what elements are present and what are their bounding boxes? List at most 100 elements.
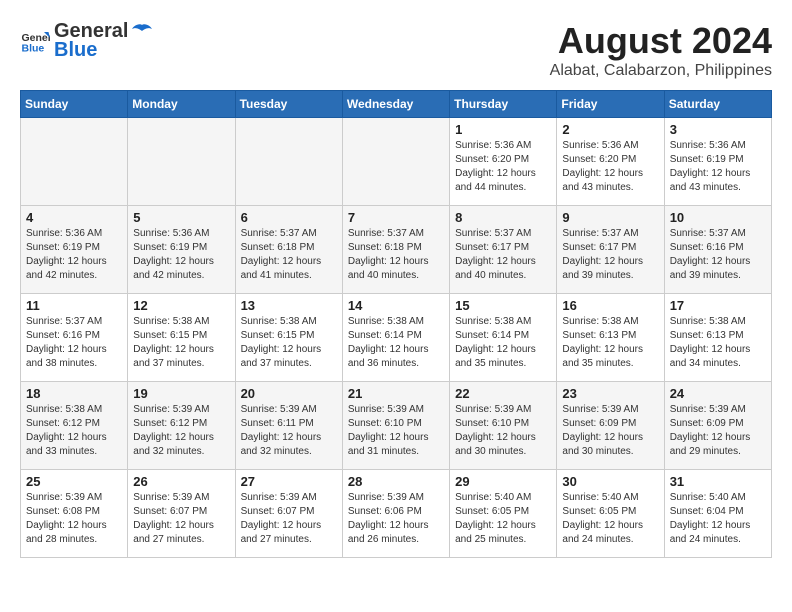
day-info: Sunrise: 5:36 AM Sunset: 6:19 PM Dayligh… — [26, 227, 122, 283]
day-info: Sunrise: 5:39 AM Sunset: 6:11 PM Dayligh… — [241, 403, 337, 459]
day-info: Sunrise: 5:37 AM Sunset: 6:16 PM Dayligh… — [670, 227, 766, 283]
calendar-cell: 22 Sunrise: 5:39 AM Sunset: 6:10 PM Dayli… — [450, 382, 557, 470]
day-number: 26 — [133, 474, 229, 489]
day-info: Sunrise: 5:36 AM Sunset: 6:20 PM Dayligh… — [455, 139, 551, 195]
day-number: 31 — [670, 474, 766, 489]
day-number: 15 — [455, 298, 551, 313]
day-number: 19 — [133, 386, 229, 401]
weekday-header-sunday: Sunday — [21, 91, 128, 118]
calendar-cell: 4 Sunrise: 5:36 AM Sunset: 6:19 PM Daylig… — [21, 206, 128, 294]
day-number: 25 — [26, 474, 122, 489]
day-number: 17 — [670, 298, 766, 313]
calendar-cell: 29 Sunrise: 5:40 AM Sunset: 6:05 PM Dayli… — [450, 470, 557, 558]
week-row-2: 4 Sunrise: 5:36 AM Sunset: 6:19 PM Daylig… — [21, 206, 772, 294]
calendar-cell: 1 Sunrise: 5:36 AM Sunset: 6:20 PM Daylig… — [450, 118, 557, 206]
weekday-header-row: SundayMondayTuesdayWednesdayThursdayFrid… — [21, 91, 772, 118]
title-area: August 2024 Alabat, Calabarzon, Philippi… — [550, 20, 772, 80]
day-info: Sunrise: 5:40 AM Sunset: 6:05 PM Dayligh… — [562, 491, 658, 547]
day-info: Sunrise: 5:39 AM Sunset: 6:10 PM Dayligh… — [455, 403, 551, 459]
week-row-1: 1 Sunrise: 5:36 AM Sunset: 6:20 PM Daylig… — [21, 118, 772, 206]
day-number: 11 — [26, 298, 122, 313]
day-number: 9 — [562, 210, 658, 225]
day-number: 18 — [26, 386, 122, 401]
day-info: Sunrise: 5:39 AM Sunset: 6:09 PM Dayligh… — [562, 403, 658, 459]
calendar-cell: 13 Sunrise: 5:38 AM Sunset: 6:15 PM Dayli… — [235, 294, 342, 382]
calendar-cell: 16Sunrise: 5:38 AM Sunset: 6:13 PM Dayli… — [557, 294, 664, 382]
day-info: Sunrise: 5:36 AM Sunset: 6:19 PM Dayligh… — [670, 139, 766, 195]
calendar-cell: 2 Sunrise: 5:36 AM Sunset: 6:20 PM Daylig… — [557, 118, 664, 206]
location-subtitle: Alabat, Calabarzon, Philippines — [550, 62, 772, 80]
weekday-header-saturday: Saturday — [664, 91, 771, 118]
week-row-3: 11 Sunrise: 5:37 AM Sunset: 6:16 PM Dayli… — [21, 294, 772, 382]
day-info: Sunrise: 5:39 AM Sunset: 6:08 PM Dayligh… — [26, 491, 122, 547]
weekday-header-friday: Friday — [557, 91, 664, 118]
day-info: Sunrise: 5:36 AM Sunset: 6:20 PM Dayligh… — [562, 139, 658, 195]
day-info: Sunrise: 5:39 AM Sunset: 6:07 PM Dayligh… — [241, 491, 337, 547]
day-info: Sunrise: 5:38 AM Sunset: 6:13 PM Dayligh… — [670, 315, 766, 371]
calendar-cell: 11 Sunrise: 5:37 AM Sunset: 6:16 PM Dayli… — [21, 294, 128, 382]
weekday-header-monday: Monday — [128, 91, 235, 118]
calendar-cell: 23 Sunrise: 5:39 AM Sunset: 6:09 PM Dayli… — [557, 382, 664, 470]
logo-bird-icon — [130, 23, 154, 41]
calendar-cell: 31 Sunrise: 5:40 AM Sunset: 6:04 PM Dayli… — [664, 470, 771, 558]
weekday-header-thursday: Thursday — [450, 91, 557, 118]
weekday-header-wednesday: Wednesday — [342, 91, 449, 118]
day-number: 10 — [670, 210, 766, 225]
calendar-cell: 7Sunrise: 5:37 AM Sunset: 6:18 PM Daylig… — [342, 206, 449, 294]
day-number: 7 — [348, 210, 444, 225]
calendar-cell: 19 Sunrise: 5:39 AM Sunset: 6:12 PM Dayli… — [128, 382, 235, 470]
day-number: 13 — [241, 298, 337, 313]
day-info: Sunrise: 5:38 AM Sunset: 6:14 PM Dayligh… — [455, 315, 551, 371]
day-number: 20 — [241, 386, 337, 401]
calendar-cell: 3Sunrise: 5:36 AM Sunset: 6:19 PM Daylig… — [664, 118, 771, 206]
day-number: 4 — [26, 210, 122, 225]
calendar-cell: 30Sunrise: 5:40 AM Sunset: 6:05 PM Dayli… — [557, 470, 664, 558]
header: General Blue General Blue August 2024 Al… — [20, 20, 772, 80]
day-info: Sunrise: 5:40 AM Sunset: 6:05 PM Dayligh… — [455, 491, 551, 547]
day-number: 12 — [133, 298, 229, 313]
day-number: 2 — [562, 122, 658, 137]
day-info: Sunrise: 5:38 AM Sunset: 6:15 PM Dayligh… — [133, 315, 229, 371]
calendar-cell: 10 Sunrise: 5:37 AM Sunset: 6:16 PM Dayli… — [664, 206, 771, 294]
svg-text:Blue: Blue — [22, 43, 45, 55]
day-number: 24 — [670, 386, 766, 401]
calendar-cell — [128, 118, 235, 206]
day-info: Sunrise: 5:37 AM Sunset: 6:16 PM Dayligh… — [26, 315, 122, 371]
calendar-cell: 12 Sunrise: 5:38 AM Sunset: 6:15 PM Dayli… — [128, 294, 235, 382]
calendar-cell — [342, 118, 449, 206]
calendar-cell: 15 Sunrise: 5:38 AM Sunset: 6:14 PM Dayli… — [450, 294, 557, 382]
day-info: Sunrise: 5:37 AM Sunset: 6:17 PM Dayligh… — [562, 227, 658, 283]
calendar-cell — [235, 118, 342, 206]
day-info: Sunrise: 5:38 AM Sunset: 6:15 PM Dayligh… — [241, 315, 337, 371]
day-number: 6 — [241, 210, 337, 225]
day-info: Sunrise: 5:37 AM Sunset: 6:17 PM Dayligh… — [455, 227, 551, 283]
day-number: 28 — [348, 474, 444, 489]
calendar-cell: 14Sunrise: 5:38 AM Sunset: 6:14 PM Dayli… — [342, 294, 449, 382]
day-info: Sunrise: 5:39 AM Sunset: 6:07 PM Dayligh… — [133, 491, 229, 547]
day-number: 22 — [455, 386, 551, 401]
month-year-title: August 2024 — [550, 20, 772, 62]
calendar-cell: 25 Sunrise: 5:39 AM Sunset: 6:08 PM Dayli… — [21, 470, 128, 558]
logo-icon: General Blue — [20, 26, 50, 56]
calendar-cell: 20 Sunrise: 5:39 AM Sunset: 6:11 PM Dayli… — [235, 382, 342, 470]
calendar-cell: 27 Sunrise: 5:39 AM Sunset: 6:07 PM Dayli… — [235, 470, 342, 558]
day-number: 23 — [562, 386, 658, 401]
day-info: Sunrise: 5:40 AM Sunset: 6:04 PM Dayligh… — [670, 491, 766, 547]
day-info: Sunrise: 5:36 AM Sunset: 6:19 PM Dayligh… — [133, 227, 229, 283]
day-number: 29 — [455, 474, 551, 489]
day-number: 5 — [133, 210, 229, 225]
day-number: 27 — [241, 474, 337, 489]
calendar-cell: 24Sunrise: 5:39 AM Sunset: 6:09 PM Dayli… — [664, 382, 771, 470]
calendar-cell: 28Sunrise: 5:39 AM Sunset: 6:06 PM Dayli… — [342, 470, 449, 558]
calendar-table: SundayMondayTuesdayWednesdayThursdayFrid… — [20, 90, 772, 558]
day-number: 1 — [455, 122, 551, 137]
calendar-cell — [21, 118, 128, 206]
calendar-cell: 26 Sunrise: 5:39 AM Sunset: 6:07 PM Dayli… — [128, 470, 235, 558]
calendar-cell: 17 Sunrise: 5:38 AM Sunset: 6:13 PM Dayli… — [664, 294, 771, 382]
day-info: Sunrise: 5:39 AM Sunset: 6:12 PM Dayligh… — [133, 403, 229, 459]
logo: General Blue General Blue — [20, 20, 154, 62]
calendar-cell: 18Sunrise: 5:38 AM Sunset: 6:12 PM Dayli… — [21, 382, 128, 470]
calendar-cell: 9 Sunrise: 5:37 AM Sunset: 6:17 PM Daylig… — [557, 206, 664, 294]
day-number: 14 — [348, 298, 444, 313]
day-info: Sunrise: 5:39 AM Sunset: 6:10 PM Dayligh… — [348, 403, 444, 459]
